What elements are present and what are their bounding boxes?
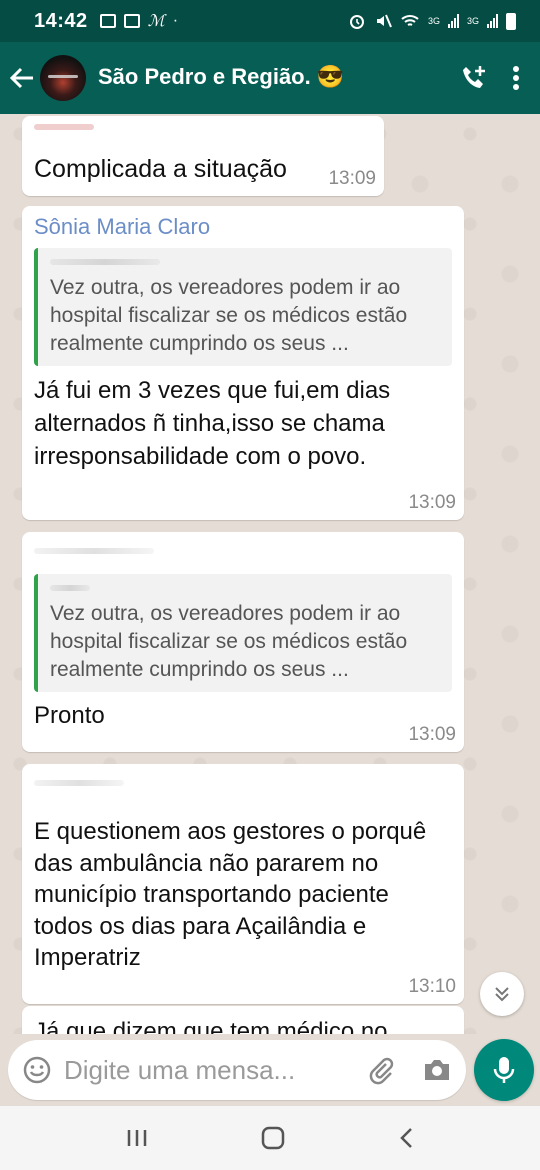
quoted-message[interactable]: Vez outra, os vereadores podem ir ao hos… [34, 574, 452, 692]
more-vert-icon[interactable] [512, 65, 520, 91]
status-bar: 14:42 ℳ · 3G 3G [0, 0, 540, 42]
chat-header: São Pedro e Região. 😎 [0, 42, 540, 114]
message-sender: Sônia Maria Claro [34, 214, 211, 239]
scroll-down-button[interactable] [480, 972, 524, 1016]
voice-record-button[interactable] [474, 1039, 534, 1101]
quoted-text: Vez outra, os vereadores podem ir ao hos… [50, 276, 408, 355]
gallery-icon [99, 14, 116, 28]
camera-icon[interactable] [422, 1057, 452, 1083]
signal-icon-1 [447, 14, 459, 28]
carrier-mark: ℳ [147, 13, 165, 30]
network-label-1: 3G [427, 16, 440, 26]
message-time: 13:09 [408, 724, 456, 745]
back-button[interactable] [4, 42, 40, 114]
recent-apps-icon[interactable] [126, 1128, 148, 1148]
redacted-sender [34, 548, 154, 554]
network-label-2: 3G [466, 16, 479, 26]
message-time: 13:10 [408, 976, 456, 997]
message-time: 13:09 [328, 168, 376, 189]
notification-icons: ℳ · [99, 11, 179, 31]
message-bubble[interactable]: Sônia Maria Claro Vez outra, os vereador… [22, 206, 464, 520]
message-text: Pronto [34, 702, 105, 729]
mic-icon [493, 1057, 515, 1083]
quoted-text: Vez outra, os vereadores podem ir ao hos… [50, 602, 408, 681]
group-info[interactable]: São Pedro e Região. 😎 [98, 64, 344, 93]
message-text: Já fui em 3 vezes que fui,em dias altern… [34, 377, 391, 470]
mute-icon [376, 14, 392, 28]
redacted-quote-author [50, 259, 160, 265]
paperclip-icon[interactable] [366, 1055, 396, 1085]
system-nav-bar [0, 1106, 540, 1170]
card-icon [123, 14, 140, 28]
message-input-container[interactable] [8, 1040, 466, 1100]
wifi-icon [401, 15, 419, 26]
quoted-message[interactable]: Vez outra, os vereadores podem ir ao hos… [34, 248, 452, 366]
add-call-icon[interactable] [460, 64, 488, 92]
group-avatar[interactable] [40, 55, 86, 101]
message-bubble[interactable]: Complicada a situação 13:09 [22, 116, 384, 196]
emoji-icon[interactable] [22, 1055, 52, 1085]
battery-icon [506, 12, 516, 30]
message-bubble[interactable]: Já que dizem que tem médico no [22, 1006, 464, 1034]
input-actions [366, 1055, 452, 1085]
system-icons: 3G 3G [348, 12, 516, 30]
message-bubble[interactable]: E questionem aos gestores o porquê das a… [22, 764, 464, 1004]
home-icon[interactable] [261, 1126, 285, 1150]
message-bubble[interactable]: Vez outra, os vereadores podem ir ao hos… [22, 532, 464, 752]
message-text: Complicada a situação [34, 155, 287, 183]
message-time: 13:09 [408, 492, 456, 513]
more-dot: · [172, 12, 179, 29]
clock: 14:42 [34, 9, 88, 32]
message-text: Já que dizem que tem médico no [34, 1018, 388, 1034]
back-arrow-icon [9, 67, 33, 89]
chevron-double-down-icon [495, 987, 509, 1002]
redacted-quote-author [50, 585, 90, 591]
signal-icon-2 [487, 14, 498, 28]
header-actions [460, 64, 520, 92]
message-input[interactable] [64, 1054, 334, 1086]
message-compose-bar [0, 1034, 540, 1106]
redacted-sender [34, 124, 94, 130]
group-name: São Pedro e Região. 😎 [98, 63, 345, 89]
redacted-sender [34, 780, 124, 786]
message-text: E questionem aos gestores o porquê das a… [34, 818, 427, 971]
back-nav-icon[interactable] [398, 1127, 414, 1149]
alarm-icon [349, 15, 364, 29]
chat-area[interactable]: Complicada a situação 13:09 Sônia Maria … [0, 114, 540, 1034]
